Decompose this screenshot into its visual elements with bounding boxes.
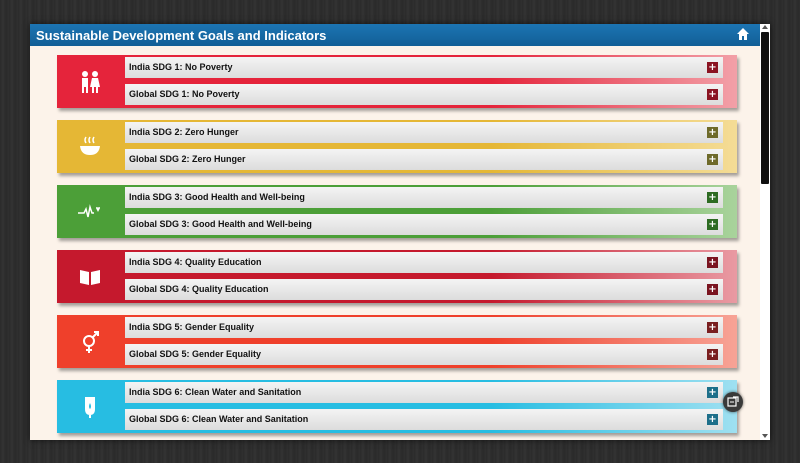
goal-1-rows: India SDG 1: No Poverty + Global SDG 1: …	[123, 55, 737, 108]
goal-panel-6: India SDG 6: Clean Water and Sanitation …	[57, 380, 737, 433]
goal-3-rows: India SDG 3: Good Health and Well-being …	[123, 185, 737, 238]
goal-2-rows: India SDG 2: Zero Hunger + Global SDG 2:…	[123, 120, 737, 173]
water-drop-icon	[85, 397, 95, 418]
india-sdg-2-row[interactable]: India SDG 2: Zero Hunger +	[125, 122, 723, 143]
goal-3-icon-box	[57, 185, 123, 238]
india-sdg-5-label: India SDG 5: Gender Equality	[129, 322, 255, 332]
global-sdg-6-label: Global SDG 6: Clean Water and Sanitation	[129, 414, 309, 424]
india-sdg-6-row[interactable]: India SDG 6: Clean Water and Sanitation …	[125, 382, 723, 403]
india-sdg-1-label: India SDG 1: No Poverty	[129, 62, 233, 72]
india-sdg-5-row[interactable]: India SDG 5: Gender Equality +	[125, 317, 723, 338]
global-sdg-5-row[interactable]: Global SDG 5: Gender Equality +	[125, 344, 723, 365]
expand-icon[interactable]: +	[707, 89, 718, 100]
book-icon	[80, 270, 100, 285]
india-sdg-4-row[interactable]: India SDG 4: Quality Education +	[125, 252, 723, 273]
heartbeat-icon	[78, 204, 100, 218]
expand-icon[interactable]: +	[707, 322, 718, 333]
goal-5-icon-box	[57, 315, 123, 368]
expand-icon[interactable]: +	[707, 127, 718, 138]
expand-icon[interactable]: +	[707, 154, 718, 165]
chat-icon	[727, 396, 739, 407]
goal-5-rows: India SDG 5: Gender Equality + Global SD…	[123, 315, 737, 368]
expand-icon[interactable]: +	[707, 62, 718, 73]
india-sdg-3-row[interactable]: India SDG 3: Good Health and Well-being …	[125, 187, 723, 208]
chat-button[interactable]	[723, 392, 743, 412]
gender-icon	[83, 331, 99, 353]
bowl-icon	[80, 136, 100, 155]
app-window: Sustainable Development Goals and Indica…	[30, 24, 770, 440]
title-bar: Sustainable Development Goals and Indica…	[30, 24, 770, 46]
expand-icon[interactable]: +	[707, 284, 718, 295]
global-sdg-1-label: Global SDG 1: No Poverty	[129, 89, 240, 99]
expand-icon[interactable]: +	[707, 257, 718, 268]
global-sdg-4-row[interactable]: Global SDG 4: Quality Education +	[125, 279, 723, 300]
goal-6-icon-box	[57, 380, 123, 433]
india-sdg-6-label: India SDG 6: Clean Water and Sanitation	[129, 387, 302, 397]
scroll-thumb[interactable]	[761, 32, 769, 184]
expand-icon[interactable]: +	[707, 192, 718, 203]
global-sdg-1-row[interactable]: Global SDG 1: No Poverty +	[125, 84, 723, 105]
india-sdg-3-label: India SDG 3: Good Health and Well-being	[129, 192, 305, 202]
india-sdg-2-label: India SDG 2: Zero Hunger	[129, 127, 239, 137]
expand-icon[interactable]: +	[707, 219, 718, 230]
global-sdg-3-label: Global SDG 3: Good Health and Well-being	[129, 219, 312, 229]
india-sdg-1-row[interactable]: India SDG 1: No Poverty +	[125, 57, 723, 78]
expand-icon[interactable]: +	[707, 349, 718, 360]
global-sdg-5-label: Global SDG 5: Gender Equality	[129, 349, 262, 359]
global-sdg-2-label: Global SDG 2: Zero Hunger	[129, 154, 246, 164]
goal-panel-3: India SDG 3: Good Health and Well-being …	[57, 185, 737, 238]
goal-4-rows: India SDG 4: Quality Education + Global …	[123, 250, 737, 303]
expand-icon[interactable]: +	[707, 414, 718, 425]
scroll-up-arrow-icon[interactable]	[762, 25, 768, 29]
global-sdg-3-row[interactable]: Global SDG 3: Good Health and Well-being…	[125, 214, 723, 235]
scroll-down-arrow-icon[interactable]	[762, 434, 768, 438]
global-sdg-4-label: Global SDG 4: Quality Education	[129, 284, 269, 294]
global-sdg-2-row[interactable]: Global SDG 2: Zero Hunger +	[125, 149, 723, 170]
global-sdg-6-row[interactable]: Global SDG 6: Clean Water and Sanitation…	[125, 409, 723, 430]
expand-icon[interactable]: +	[707, 387, 718, 398]
goal-panel-4: India SDG 4: Quality Education + Global …	[57, 250, 737, 303]
goal-panel-1: India SDG 1: No Poverty + Global SDG 1: …	[57, 55, 737, 108]
goal-4-icon-box	[57, 250, 123, 303]
goal-2-icon-box	[57, 120, 123, 173]
home-icon[interactable]	[736, 27, 750, 41]
india-sdg-4-label: India SDG 4: Quality Education	[129, 257, 262, 267]
goal-1-icon-box	[57, 55, 123, 108]
vertical-scrollbar[interactable]	[760, 24, 770, 440]
goal-6-rows: India SDG 6: Clean Water and Sanitation …	[123, 380, 737, 433]
page-title: Sustainable Development Goals and Indica…	[36, 28, 327, 43]
goal-panel-5: India SDG 5: Gender Equality + Global SD…	[57, 315, 737, 368]
goal-panel-2: India SDG 2: Zero Hunger + Global SDG 2:…	[57, 120, 737, 173]
family-icon	[82, 71, 100, 93]
